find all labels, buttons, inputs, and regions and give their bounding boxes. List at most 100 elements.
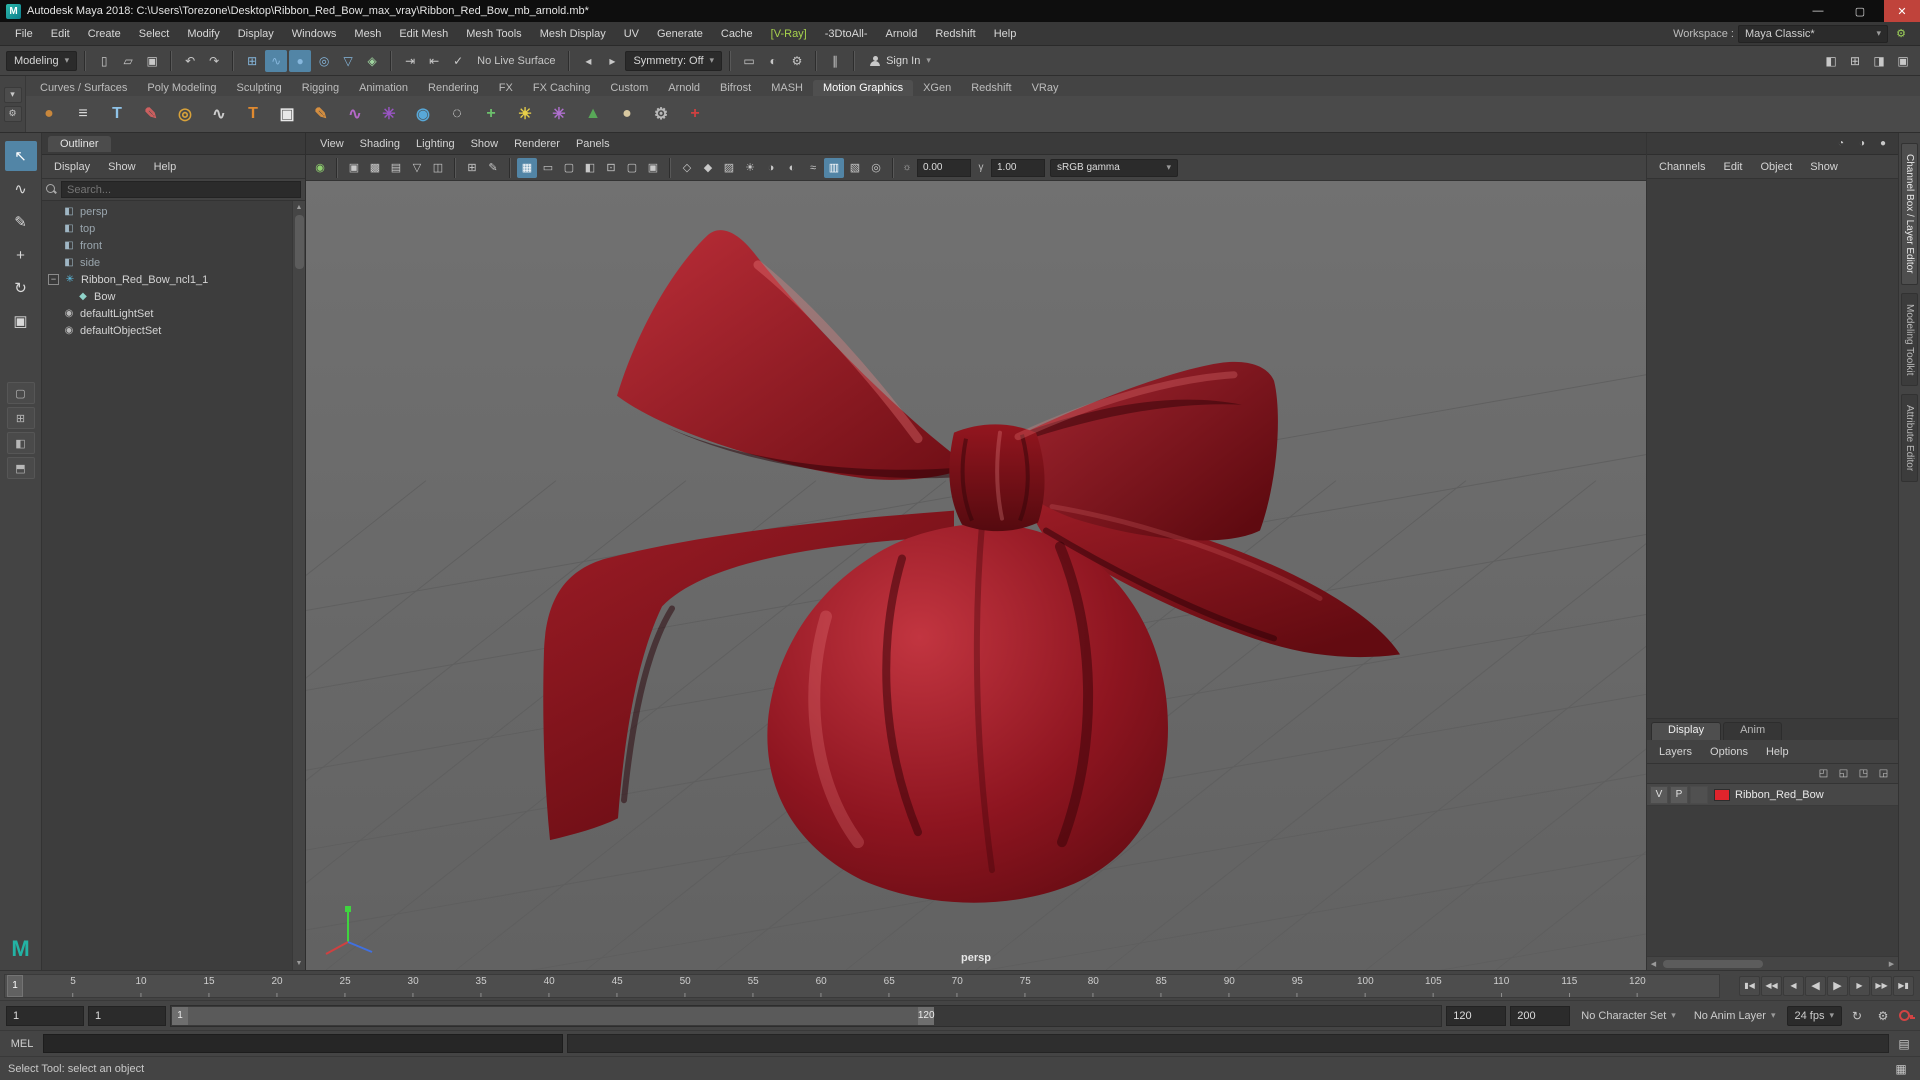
gamma-field[interactable]: 1.00 <box>991 158 1045 177</box>
bookmarks-icon[interactable]: ▽ <box>407 158 427 178</box>
layer-color-swatch[interactable] <box>1714 788 1730 801</box>
viewport-menu-shading[interactable]: Shading <box>352 138 408 150</box>
toggle-panel-grid-icon[interactable]: ⊞ <box>1844 50 1866 72</box>
menu-edit[interactable]: Edit <box>42 22 79 45</box>
outliner-item-ribbon-red-bow-ncl1-1[interactable]: − ✳ Ribbon_Red_Bow_ncl1_1 <box>42 271 292 288</box>
safe-action-icon[interactable]: ▢ <box>622 158 642 178</box>
isolate-select-icon[interactable]: ◎ <box>866 158 886 178</box>
layout-persp-graph-button[interactable]: ⬒ <box>6 457 35 479</box>
range-slider[interactable]: 1 120 <box>170 1004 1443 1027</box>
scroll-left-icon[interactable]: ◀ <box>1647 957 1660 970</box>
channel-box-menu-show[interactable]: Show <box>1802 161 1846 173</box>
symmetry-dropdown[interactable]: Symmetry: Off ▾ <box>625 50 723 71</box>
range-start-handle[interactable]: 1 <box>172 1006 188 1025</box>
shelf-options-gear-icon[interactable]: ⚙ <box>3 105 22 122</box>
shelf-tab-redshift[interactable]: Redshift <box>961 80 1021 96</box>
layer-visibility-toggle[interactable]: V <box>1650 785 1668 804</box>
auto-keyframe-icon[interactable] <box>1898 1008 1914 1024</box>
snap-to-grid-icon[interactable]: ⊞ <box>241 50 263 72</box>
shelf-menu-list-icon[interactable]: ≡ <box>68 99 98 129</box>
image-plane-icon[interactable]: ◫ <box>428 158 448 178</box>
shelf-tab-rendering[interactable]: Rendering <box>418 80 489 96</box>
step-forward-frame-button[interactable]: ▶ <box>1849 975 1870 996</box>
script-editor-icon[interactable]: ▤ <box>1893 1033 1915 1055</box>
close-button[interactable]: ✕ <box>1884 0 1920 22</box>
anim-layer-dropdown[interactable]: No Anim Layer ▾ <box>1687 1006 1783 1026</box>
field-chart-icon[interactable]: ⊡ <box>601 158 621 178</box>
sign-in-button[interactable]: Sign In ▾ <box>862 51 939 71</box>
viewport-menu-panels[interactable]: Panels <box>568 138 618 150</box>
character-set-dropdown[interactable]: No Character Set ▾ <box>1574 1006 1683 1026</box>
shelf-type-tool-icon[interactable]: T <box>102 99 132 129</box>
menu-v-ray[interactable]: [V-Ray] <box>762 22 816 45</box>
camera-select-icon[interactable]: ▣ <box>344 158 364 178</box>
shelf-light-icon[interactable]: ☀ <box>510 99 540 129</box>
safe-title-icon[interactable]: ▣ <box>643 158 663 178</box>
save-scene-icon[interactable]: ▣ <box>141 50 163 72</box>
symmetry-prev-icon[interactable]: ◂ <box>577 50 599 72</box>
menu-generate[interactable]: Generate <box>648 22 712 45</box>
expand-toggle-icon[interactable]: − <box>48 274 59 285</box>
menu-create[interactable]: Create <box>79 22 130 45</box>
menu-arnold[interactable]: Arnold <box>877 22 927 45</box>
ipr-render-icon[interactable]: ◐ <box>762 50 784 72</box>
shelf-lens-icon[interactable]: ◉ <box>408 99 438 129</box>
shelf-tab-xgen[interactable]: XGen <box>913 80 961 96</box>
playback-start-field[interactable] <box>88 1005 166 1026</box>
select-tool[interactable]: ↖ <box>4 141 37 171</box>
channel-slow-speed-icon[interactable]: ◔ <box>1832 135 1850 153</box>
menu-mesh[interactable]: Mesh <box>345 22 390 45</box>
scroll-right-icon[interactable]: ▶ <box>1885 957 1898 970</box>
range-end-handle[interactable]: 120 <box>918 1006 935 1025</box>
shelf-burst-icon[interactable]: ✳ <box>374 99 404 129</box>
snap-to-point-icon[interactable]: ● <box>289 49 312 72</box>
toggle-panel-right-icon[interactable]: ◨ <box>1868 50 1890 72</box>
scroll-up-icon[interactable]: ▲ <box>293 201 306 214</box>
go-to-start-button[interactable]: ▮◀ <box>1739 975 1760 996</box>
shelf-tab-rigging[interactable]: Rigging <box>292 80 349 96</box>
side-tab-modeling-toolkit[interactable]: Modeling Toolkit <box>1901 292 1918 387</box>
menu-redshift[interactable]: Redshift <box>926 22 984 45</box>
workspace-dropdown[interactable]: Maya Classic* ▾ <box>1738 24 1888 43</box>
view-transform-dropdown[interactable]: sRGB gamma ▾ <box>1050 158 1178 177</box>
shelf-tab-fx-caching[interactable]: FX Caching <box>523 80 600 96</box>
shelf-cone-icon[interactable]: ▲ <box>578 99 608 129</box>
film-gate-icon[interactable]: ▭ <box>538 158 558 178</box>
move-tool[interactable]: + <box>5 240 37 270</box>
shelf-motion-trail-icon[interactable]: ∿ <box>340 99 370 129</box>
construction-history-icon[interactable]: ✓ <box>447 50 469 72</box>
shelf-tab-bifrost[interactable]: Bifrost <box>710 80 761 96</box>
playback-range[interactable]: 1 120 <box>172 1006 935 1025</box>
toggle-panel-left-icon[interactable]: ◧ <box>1820 50 1842 72</box>
shelf-poly-pen-icon[interactable]: ✎ <box>306 99 336 129</box>
menu-file[interactable]: File <box>6 22 42 45</box>
outliner-item-top[interactable]: ◧ top <box>42 220 292 237</box>
bow-model[interactable] <box>543 230 1400 903</box>
toggle-panel-full-icon[interactable]: ▣ <box>1892 50 1914 72</box>
outliner-menu-show[interactable]: Show <box>100 161 144 173</box>
outliner-item-defaultlightset[interactable]: ◉ defaultLightSet <box>42 305 292 322</box>
layer-playback-toggle[interactable]: P <box>1670 785 1688 804</box>
snap-to-curve-icon[interactable]: ∿ <box>265 49 288 72</box>
outliner-menu-display[interactable]: Display <box>46 161 98 173</box>
menu-set-dropdown[interactable]: Modeling ▾ <box>6 50 78 71</box>
render-settings-icon[interactable]: ⚙ <box>786 50 808 72</box>
new-scene-icon[interactable]: ▯ <box>93 50 115 72</box>
play-forward-button[interactable]: ▶ <box>1827 975 1848 996</box>
outliner-search-input[interactable] <box>61 181 301 198</box>
minimize-button[interactable]: — <box>1800 0 1836 22</box>
pause-icon[interactable]: ∥ <box>824 50 846 72</box>
layer-editor-tab-anim[interactable]: Anim <box>1723 722 1783 740</box>
side-tab-channel-box-layer-editor[interactable]: Channel Box / Layer Editor <box>1901 143 1918 285</box>
layout-four-pane-button[interactable]: ⊞ <box>6 407 35 429</box>
layout-single-pane-button[interactable]: ▢ <box>6 382 35 404</box>
shadows-icon[interactable]: ◑ <box>761 158 781 178</box>
command-line-language-button[interactable]: MEL <box>5 1038 39 1050</box>
menu-3dtoall[interactable]: -3DtoAll- <box>816 22 877 45</box>
channel-box-menu-edit[interactable]: Edit <box>1715 161 1750 173</box>
workspace-gear-icon[interactable]: ⚙ <box>1892 25 1910 43</box>
shelf-axis-icon[interactable]: + <box>476 99 506 129</box>
scroll-thumb[interactable] <box>294 215 304 269</box>
maximize-button[interactable]: ▢ <box>1842 0 1878 22</box>
shelf-tab-animation[interactable]: Animation <box>349 80 418 96</box>
